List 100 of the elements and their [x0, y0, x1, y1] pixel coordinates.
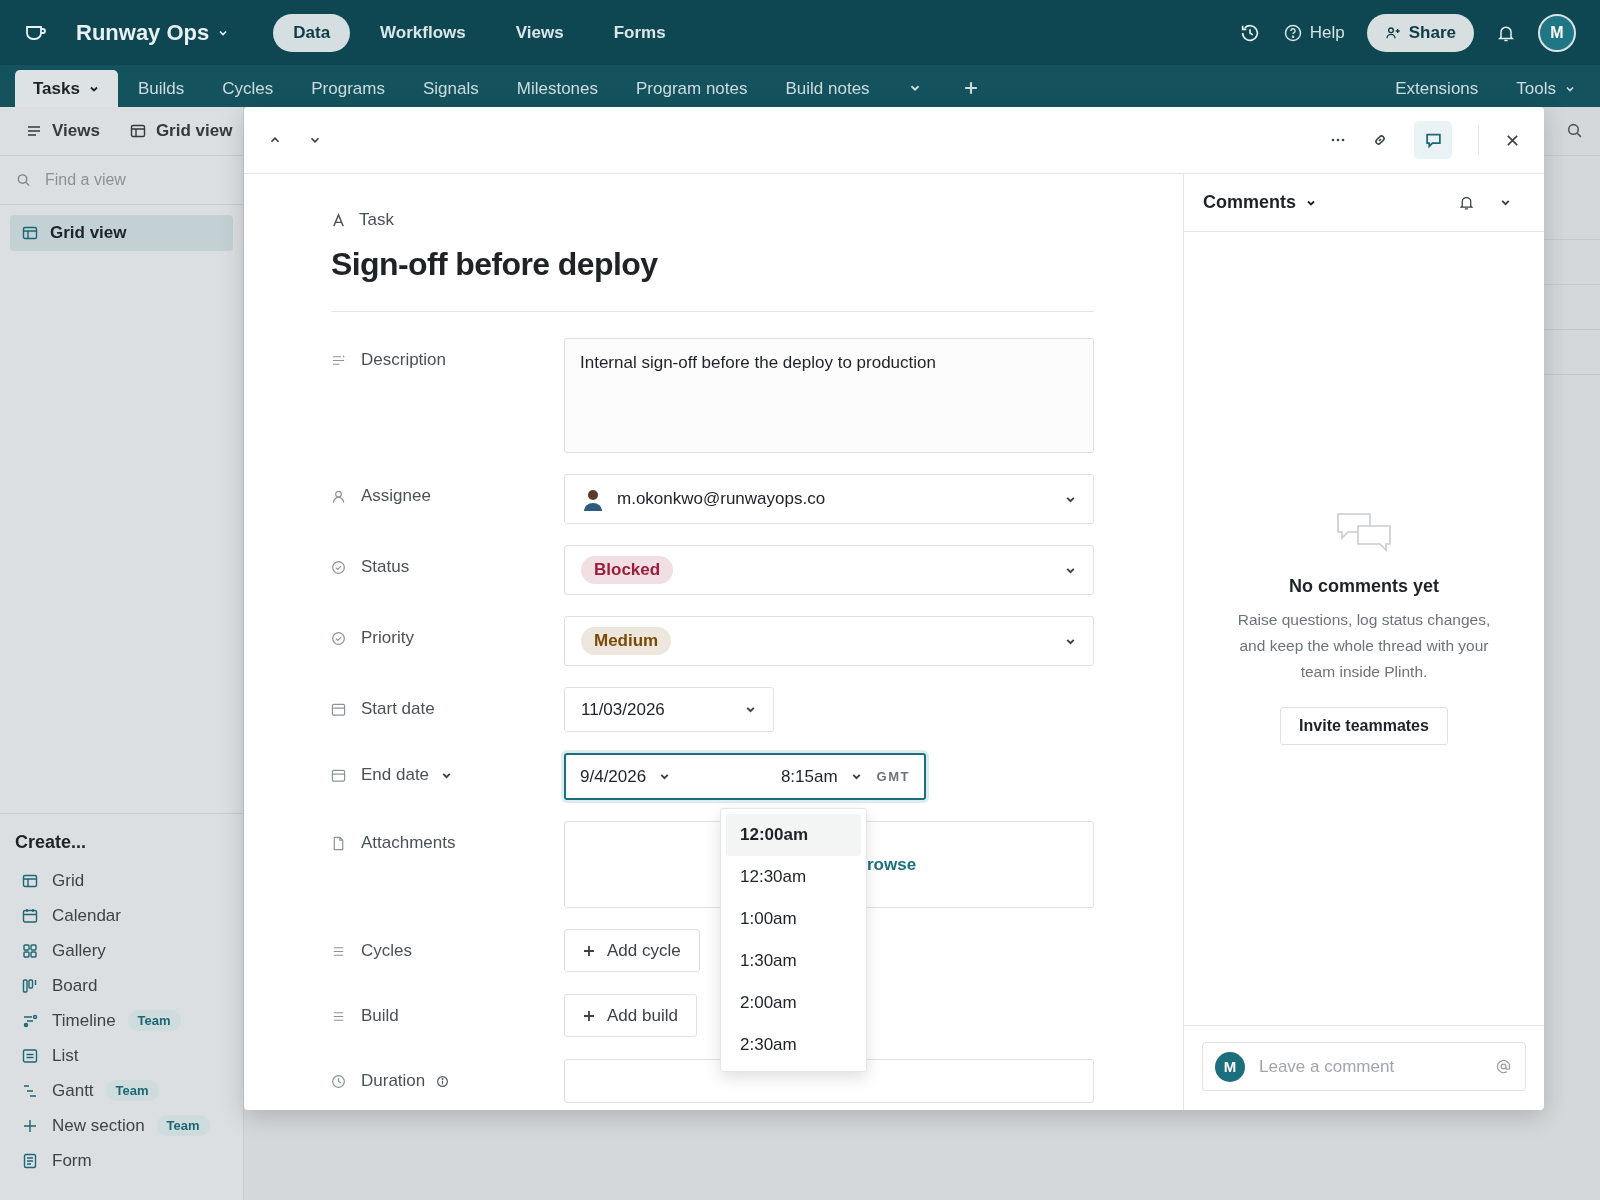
gallery-icon	[22, 942, 38, 959]
empty-title: No comments yet	[1288, 576, 1439, 597]
view-item[interactable]: Grid view	[10, 215, 233, 251]
view-switcher[interactable]: Grid view	[129, 121, 233, 141]
field-label: Build	[361, 1006, 399, 1026]
create-item[interactable]: Calendar	[15, 905, 121, 926]
form-icon	[22, 1152, 38, 1169]
table-tab[interactable]: Program notes	[618, 70, 766, 107]
mention-icon[interactable]	[1496, 1059, 1511, 1074]
create-item[interactable]: Timeline	[15, 1010, 116, 1031]
team-badge: Team	[105, 1080, 159, 1101]
clock-icon	[331, 1073, 346, 1089]
search-icon	[16, 172, 31, 188]
select-dropdown[interactable]: Blocked	[564, 545, 1094, 595]
table-tab[interactable]: Tasks	[15, 70, 118, 107]
create-item[interactable]: New section	[15, 1115, 145, 1136]
user-avatar: M	[1215, 1051, 1245, 1082]
plus-icon	[22, 1117, 38, 1134]
table-tab[interactable]: Programs	[293, 70, 403, 107]
create-item[interactable]: Form	[15, 1150, 92, 1171]
assignee-dropdown[interactable]: m.okonkwo@runwayops.co	[564, 474, 1094, 524]
calendar-icon	[331, 767, 346, 783]
field-label: Description	[361, 350, 447, 370]
table-tab[interactable]: Signals	[404, 70, 497, 107]
create-item[interactable]: Board	[15, 975, 98, 996]
check-circle-icon	[331, 559, 346, 575]
status-tag: Medium	[581, 627, 672, 655]
add-button[interactable]: Add cycle	[564, 929, 700, 972]
tools-button[interactable]: Tools	[1498, 70, 1594, 107]
grid-icon	[22, 225, 38, 241]
comments-toggle[interactable]	[1414, 121, 1452, 159]
nav-tab[interactable]: Forms	[593, 13, 686, 52]
timeline-icon	[22, 1012, 38, 1029]
description-field[interactable]: Internal sign-off before the deploy to production	[564, 338, 1094, 453]
time-value: 8:15am	[780, 766, 838, 787]
info-icon[interactable]	[436, 1074, 450, 1088]
team-badge: Team	[127, 1010, 181, 1031]
search-icon	[1566, 122, 1583, 139]
field-label: Cycles	[361, 941, 412, 961]
comments-menu[interactable]: Comments	[1203, 192, 1317, 213]
time-option[interactable]: 1:30am	[726, 940, 861, 982]
views-button[interactable]: Views	[26, 121, 100, 141]
field-label: Attachments	[361, 833, 456, 853]
browse-link[interactable]: rowse	[867, 854, 917, 875]
base-menu[interactable]: Runway Ops	[76, 19, 230, 46]
menu-icon	[26, 123, 42, 139]
nav-tab[interactable]: Workflows	[360, 13, 486, 52]
create-item[interactable]: Gallery	[15, 940, 106, 961]
create-item[interactable]: List	[15, 1045, 79, 1066]
person-icon	[331, 488, 346, 504]
time-option[interactable]: 2:30am	[726, 1024, 861, 1066]
table-tab[interactable]: Builds	[119, 70, 203, 107]
invite-button[interactable]: Invite teammates	[1280, 707, 1448, 745]
help-button[interactable]: Help	[1282, 22, 1345, 43]
check-circle-icon	[331, 630, 346, 646]
select-dropdown[interactable]: Medium	[564, 616, 1094, 666]
calendar-icon	[331, 701, 346, 717]
section-title: Create...	[15, 832, 88, 853]
time-option[interactable]: 12:00am	[726, 814, 861, 856]
time-option[interactable]: 2:00am	[726, 982, 861, 1024]
table-tab[interactable]: Build notes	[767, 70, 888, 107]
time-option[interactable]: 1:00am	[726, 898, 861, 940]
bell-icon[interactable]	[1458, 194, 1475, 211]
field-label: Duration	[361, 1071, 426, 1091]
date-field[interactable]: 11/03/2026	[564, 687, 774, 732]
date-value: 11/03/2026	[581, 699, 666, 720]
user-avatar[interactable]: M	[1538, 13, 1576, 52]
link-icon[interactable]	[1372, 132, 1388, 148]
table-tab[interactable]: Milestones	[498, 70, 616, 107]
datetime-field[interactable]: 9/4/2026 8:15am GMT	[564, 753, 926, 800]
share-button[interactable]: Share	[1366, 13, 1474, 52]
duration-field[interactable]	[564, 1059, 1094, 1103]
help-icon	[1282, 22, 1303, 43]
chat-bubbles-icon	[1336, 512, 1392, 554]
add-icon[interactable]	[963, 81, 978, 95]
extensions-button[interactable]: Extensions	[1377, 70, 1497, 107]
nav-tab[interactable]: Views	[495, 13, 584, 52]
time-option[interactable]: 12:30am	[726, 856, 861, 898]
assignee-email: m.okonkwo@runwayops.co	[617, 489, 827, 509]
search-field[interactable]: Find a view	[43, 170, 227, 190]
add-button[interactable]: Add build	[564, 994, 697, 1037]
comment-field[interactable]: M Leave a comment	[1202, 1042, 1526, 1091]
list-icon	[22, 1047, 38, 1064]
field-label: Assignee	[361, 486, 431, 506]
field-label: Priority	[361, 628, 414, 648]
gantt-icon	[22, 1082, 38, 1099]
nav-tab[interactable]: Data	[273, 13, 351, 52]
create-item[interactable]: Grid	[15, 870, 85, 891]
plus-icon	[583, 1009, 595, 1022]
comment-icon	[1424, 131, 1442, 149]
create-item[interactable]: Gantt	[15, 1080, 94, 1101]
file-icon	[331, 835, 346, 851]
grid-icon	[22, 872, 38, 889]
table-tab[interactable]: Cycles	[204, 70, 292, 107]
close-icon[interactable]	[1505, 132, 1520, 148]
field-label: Start date	[361, 699, 435, 719]
record-type: Task	[359, 210, 394, 230]
board-icon	[22, 977, 38, 994]
status-tag: Blocked	[581, 556, 674, 584]
text-field-icon	[331, 212, 346, 228]
